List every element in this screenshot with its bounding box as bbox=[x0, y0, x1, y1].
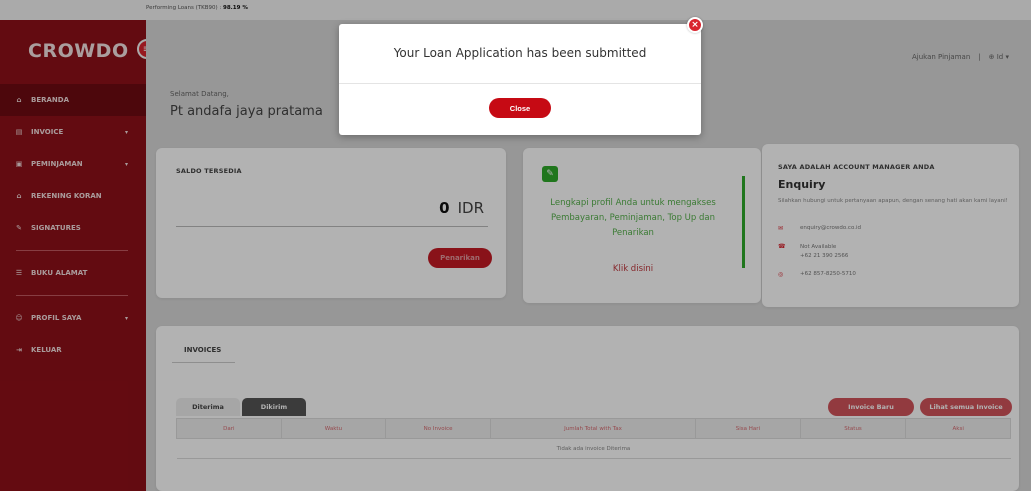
loan-submitted-dialog: Your Loan Application has been submitted… bbox=[339, 24, 701, 135]
close-icon[interactable]: × bbox=[687, 17, 703, 33]
dialog-message: Your Loan Application has been submitted bbox=[393, 46, 647, 60]
close-button[interactable]: Close bbox=[489, 98, 551, 118]
dialog-divider bbox=[339, 83, 701, 84]
